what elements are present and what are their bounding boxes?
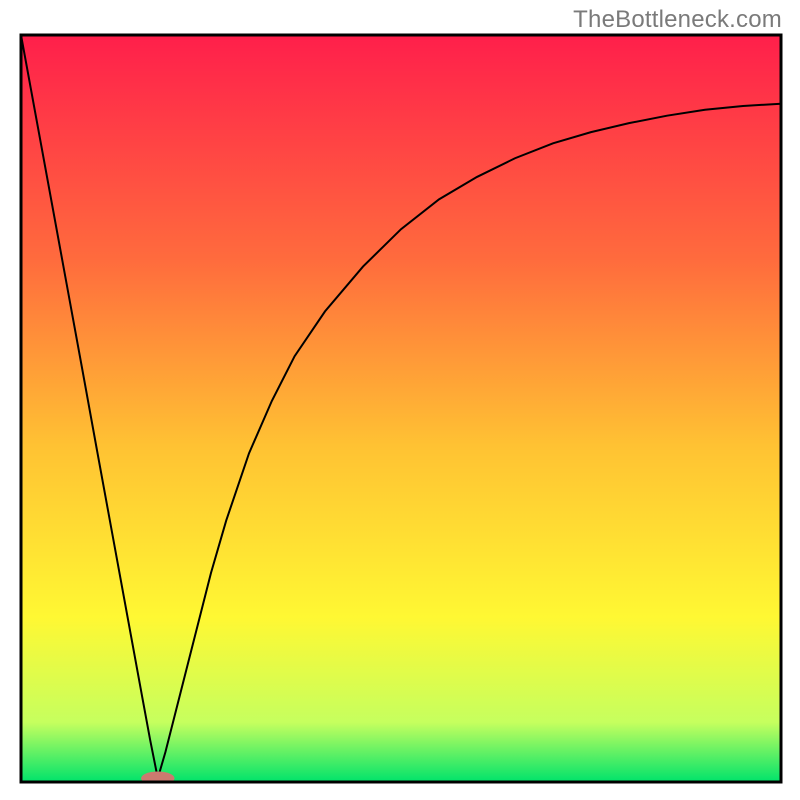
chart-container: TheBottleneck.com (0, 0, 800, 800)
gradient-background (21, 35, 781, 782)
bottleneck-chart (0, 0, 800, 800)
watermark-text: TheBottleneck.com (573, 6, 782, 34)
